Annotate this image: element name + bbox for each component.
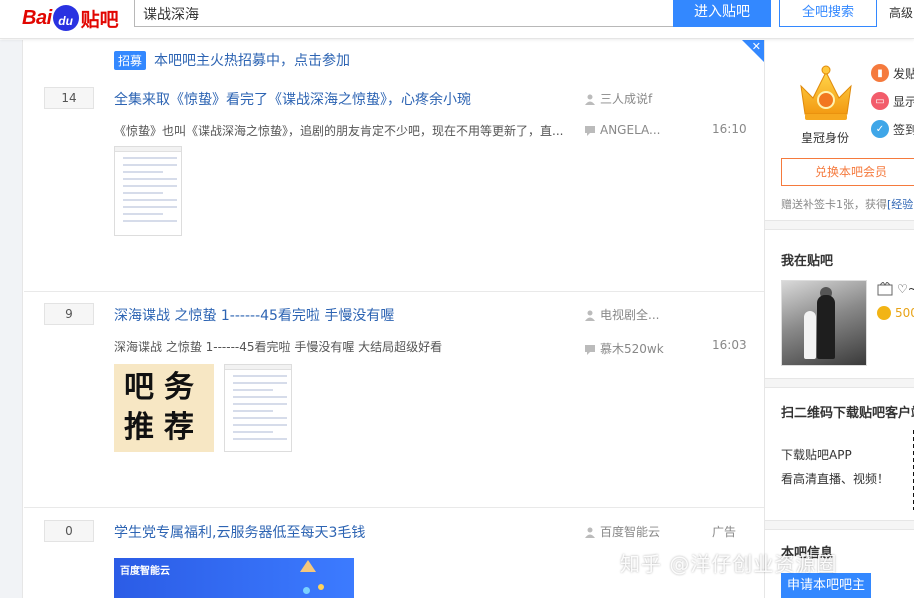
author-name: 百度智能云 bbox=[600, 525, 661, 539]
tieba-recommend-image[interactable]: 吧务 推荐 bbox=[114, 364, 214, 452]
author-name: 三人成说f bbox=[600, 92, 653, 106]
enter-tieba-button[interactable]: 进入贴吧 bbox=[673, 0, 771, 27]
crown-label: 皇冠身份 bbox=[801, 131, 850, 145]
author-name: 电视剧全... bbox=[600, 308, 660, 322]
reply-time: 16:10 bbox=[712, 122, 747, 136]
reply-count-badge: 0 bbox=[44, 520, 94, 542]
thread-list: ✕ 招募 本吧吧主火热招募中，点击参加 14 全集来取《惊蛰》看完了《谍战深海之… bbox=[24, 40, 764, 598]
action-label: 签到 bbox=[893, 122, 914, 137]
section-divider bbox=[765, 520, 914, 530]
bonus-note: 赠送补签卡1张，获得[经验 bbox=[781, 196, 913, 212]
recruit-tag: 招募 bbox=[114, 50, 147, 70]
left-margin-strip bbox=[0, 40, 23, 598]
display-action[interactable]: ▭ 显示 bbox=[871, 92, 914, 110]
section-divider bbox=[765, 220, 914, 230]
thread-thumbnail[interactable] bbox=[114, 146, 182, 236]
last-replier[interactable]: ANGELA... bbox=[584, 123, 660, 137]
display-icon: ▭ bbox=[871, 92, 889, 110]
thread-author[interactable]: 三人成说f bbox=[584, 90, 652, 107]
qr-heading: 扫二维码下载贴吧客户端 bbox=[781, 406, 914, 421]
logo-bai-text: Bai bbox=[22, 6, 52, 29]
user-coins[interactable]: 500 bbox=[877, 306, 914, 320]
experience-link[interactable]: [经验 bbox=[887, 198, 913, 211]
right-sidebar: 皇冠身份 ▮ 发贴 ▭ 显示 ✓ 签到 兑换本吧会员 赠送补签卡1张，获得[经验… bbox=[764, 40, 914, 598]
post-action[interactable]: ▮ 发贴 bbox=[871, 64, 914, 82]
reply-count-badge: 9 bbox=[44, 303, 94, 325]
top-header: Bai du 贴吧 谍战深海 进入贴吧 全吧搜索 高级 bbox=[0, 0, 914, 39]
baidu-tieba-logo[interactable]: Bai du 贴吧 bbox=[22, 4, 119, 32]
replier-name: 慕木520wk bbox=[600, 342, 664, 356]
watermark-text: 知乎 @洋仔创业资源圈 bbox=[620, 552, 838, 576]
reply-time: 16:03 bbox=[712, 338, 747, 352]
sign-in-icon: ✓ bbox=[871, 120, 889, 138]
thread-abstract: 《惊蛰》也叫《谍战深海之惊蛰》，追剧的朋友肯定不少吧，现在不用等更新了，直... bbox=[114, 124, 564, 138]
level-text: ♡~ bbox=[897, 282, 914, 296]
user-icon bbox=[585, 94, 595, 105]
ad-title-link[interactable]: 学生党专属福利,云服务器低至每天3毛钱 bbox=[114, 522, 365, 542]
image-text-line: 推荐 bbox=[124, 410, 204, 445]
level-icon bbox=[877, 282, 893, 296]
sign-in-action[interactable]: ✓ 签到 bbox=[871, 120, 914, 138]
last-replier[interactable]: 慕木520wk bbox=[584, 340, 664, 357]
section-divider bbox=[765, 378, 914, 388]
recruit-link[interactable]: 本吧吧主火热招募中，点击参加 bbox=[154, 50, 350, 70]
thread-author[interactable]: 电视剧全... bbox=[584, 306, 659, 323]
ad-author[interactable]: 百度智能云 bbox=[584, 523, 660, 540]
search-input[interactable]: 谍战深海 bbox=[134, 0, 674, 27]
action-label: 发贴 bbox=[893, 66, 914, 81]
ad-banner-image[interactable]: 百度智能云 bbox=[114, 558, 354, 598]
note-text: 赠送补签卡1张，获得 bbox=[781, 198, 887, 211]
thread-abstract: 深海谍战 之惊蛰 1------45看完啦 手慢没有喔 大结局超级好看 bbox=[114, 340, 443, 354]
thread-item: 14 全集来取《惊蛰》看完了《谍战深海之惊蛰》，心疼余小琬 三人成说f 《惊蛰》… bbox=[24, 72, 764, 292]
baidu-paw-icon: du bbox=[52, 5, 79, 31]
advanced-search-link[interactable]: 高级 bbox=[889, 4, 913, 21]
decorative-shape bbox=[318, 584, 324, 590]
thread-title-link[interactable]: 深海谍战 之惊蛰 1------45看完啦 手慢没有喔 bbox=[114, 305, 394, 325]
ad-tag: 广告 bbox=[712, 525, 737, 539]
replier-name: ANGELA... bbox=[600, 123, 661, 137]
avatar[interactable] bbox=[781, 280, 867, 366]
close-icon[interactable]: ✕ bbox=[752, 40, 761, 53]
coins-text: 500 bbox=[895, 306, 914, 320]
my-tieba-heading: 我在贴吧 bbox=[781, 254, 834, 269]
user-icon bbox=[585, 527, 595, 538]
download-sub-text: 看高清直播、视频！ bbox=[781, 472, 890, 486]
thread-title-link[interactable]: 全集来取《惊蛰》看完了《谍战深海之惊蛰》，心疼余小琬 bbox=[114, 89, 471, 109]
download-app-text[interactable]: 下载贴吧APP bbox=[781, 446, 852, 463]
user-icon bbox=[585, 310, 595, 321]
recruit-banner[interactable]: 招募 本吧吧主火热招募中，点击参加 bbox=[114, 50, 350, 70]
image-text-line: 吧务 bbox=[124, 370, 204, 405]
decorative-shape bbox=[300, 560, 316, 572]
exchange-member-button[interactable]: 兑换本吧会员 bbox=[781, 158, 914, 186]
action-label: 显示 bbox=[893, 94, 914, 109]
decorative-shape bbox=[303, 587, 310, 594]
logo-du-text: du bbox=[58, 14, 73, 28]
search-all-button[interactable]: 全吧搜索 bbox=[779, 0, 877, 27]
bookmark-icon: ▮ bbox=[871, 64, 889, 82]
thread-thumbnail[interactable] bbox=[224, 364, 292, 452]
reply-count-badge: 14 bbox=[44, 87, 94, 109]
ad-logo-text: 百度智能云 bbox=[120, 566, 170, 577]
logo-tieba-text: 贴吧 bbox=[80, 8, 119, 31]
crown-icon[interactable] bbox=[795, 62, 857, 126]
coin-icon bbox=[877, 306, 891, 320]
comment-icon bbox=[585, 344, 595, 355]
user-level[interactable]: ♡~ bbox=[877, 282, 914, 296]
comment-icon bbox=[585, 126, 595, 136]
